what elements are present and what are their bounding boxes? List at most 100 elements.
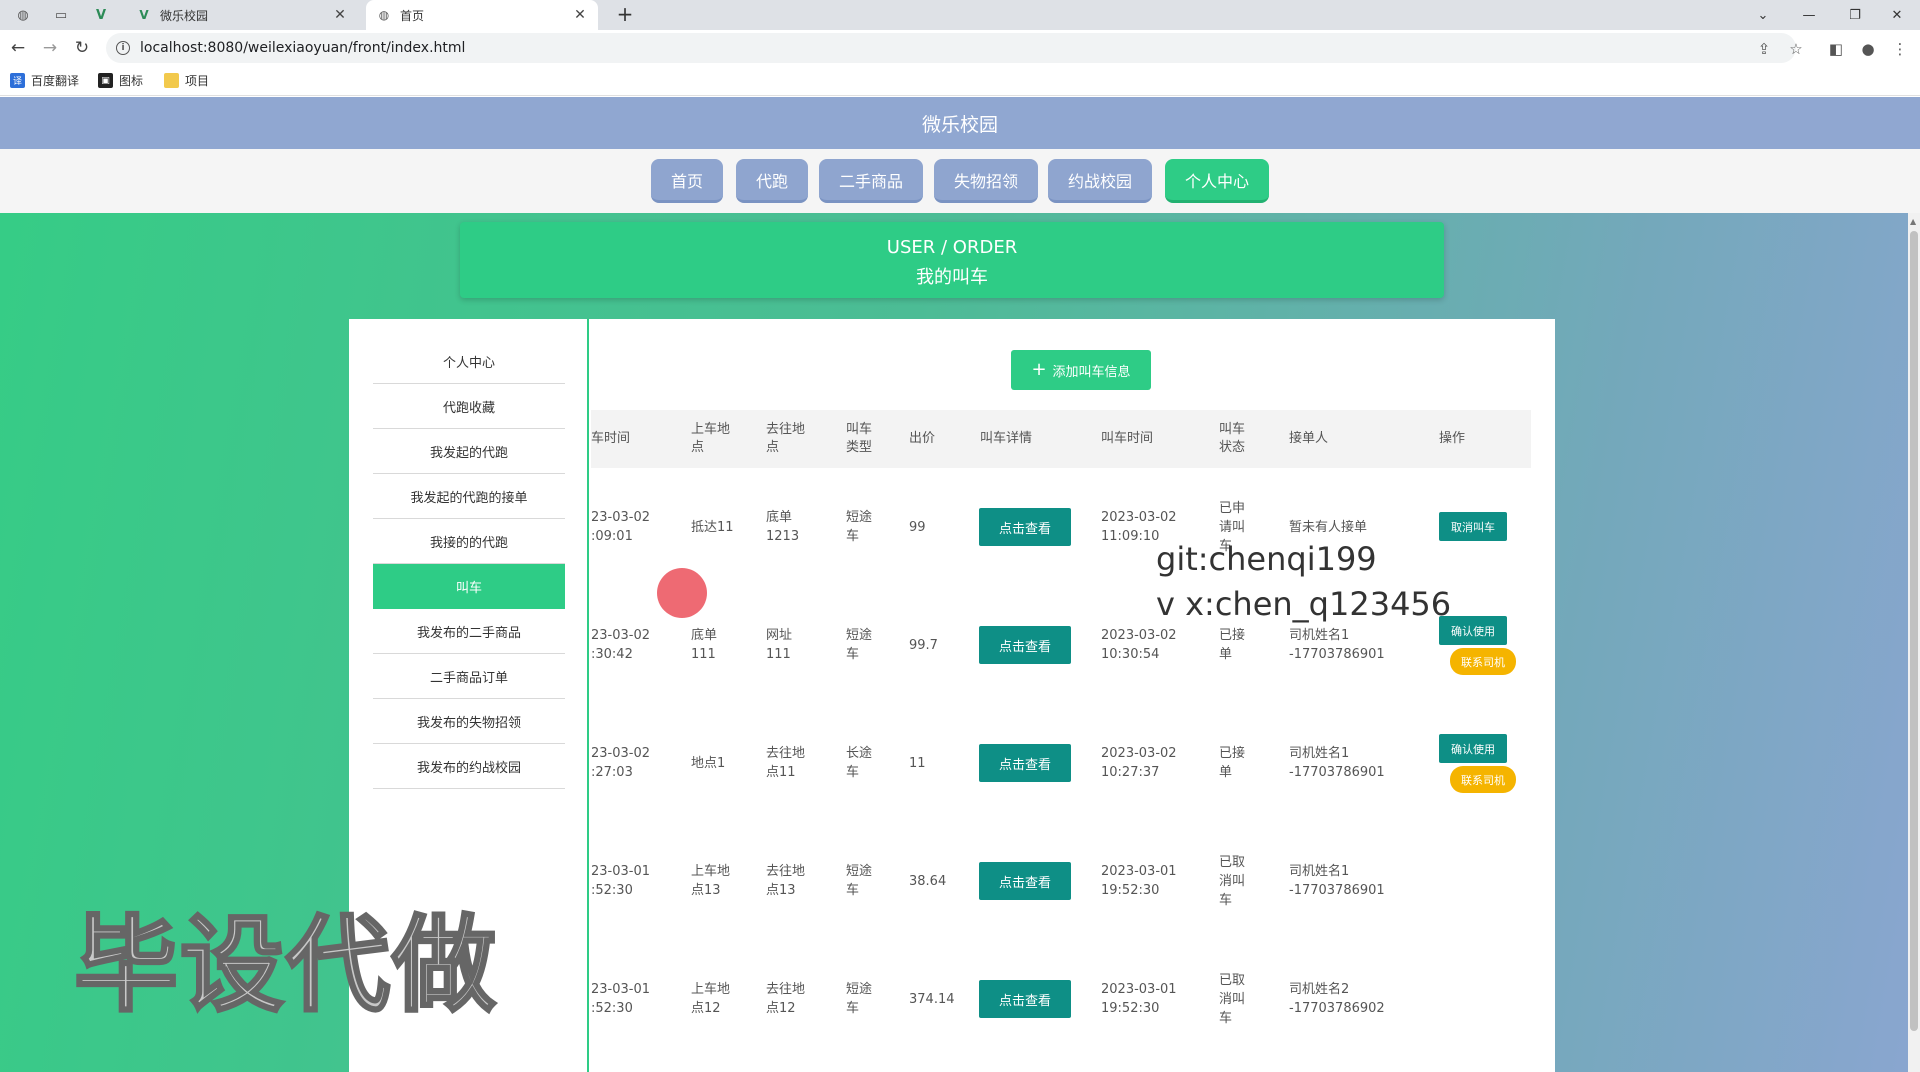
cursor-highlight [657, 568, 707, 618]
sidebar-item-my-errands[interactable]: 我发起的代跑 [373, 429, 565, 474]
bookmark-folder[interactable]: 项目 [164, 72, 209, 89]
col-time: 车时间 [591, 431, 631, 446]
bookmark-item[interactable]: 译 百度翻译 [10, 72, 79, 89]
view-detail-button[interactable]: 点击查看 [979, 508, 1071, 546]
back-icon[interactable]: ← [6, 36, 30, 60]
scrollbar-thumb[interactable] [1910, 231, 1918, 1031]
view-detail-button[interactable]: 点击查看 [979, 862, 1071, 900]
sidebar-item-my-errand-orders[interactable]: 我发起的代跑的接单 [373, 474, 565, 519]
address-bar[interactable]: i localhost:8080/weilexiaoyuan/front/ind… [106, 33, 1796, 63]
main-nav: 首页 代跑 二手商品 失物招领 约战校园 个人中心 [0, 149, 1920, 213]
ride-orders: + 添加叫车信息 车时间 上车地点 去往地点 叫车类型 出价 叫车详情 叫车时间… [591, 319, 1555, 1072]
sidebar-item-personal-center[interactable]: 个人中心 [373, 339, 565, 384]
nav-campus-battle[interactable]: 约战校园 [1048, 159, 1152, 203]
overlay-git-text: git:chenqi199 [1156, 540, 1377, 578]
view-detail-button[interactable]: 点击查看 [979, 980, 1071, 1018]
image-icon: ▣ [98, 73, 113, 88]
contact-driver-button[interactable]: 联系司机 [1450, 648, 1516, 675]
view-detail-button[interactable]: 点击查看 [979, 744, 1071, 782]
table-row: 23-03-01:52:30 上车地点12 去往地点12 短途车 374.14 … [591, 940, 1531, 1058]
forward-icon[interactable]: → [38, 36, 62, 60]
tab-title: 首页 [400, 8, 425, 23]
close-tab-icon[interactable]: ✕ [332, 7, 348, 23]
sidebar-item-my-campus-battle[interactable]: 我发布的约战校园 [373, 744, 565, 789]
col-detail: 叫车详情 [980, 431, 1033, 446]
contact-driver-button[interactable]: 联系司机 [1450, 766, 1516, 793]
restore-icon[interactable]: ❐ [1832, 0, 1878, 30]
browser-tab-strip: ◍ ▭ V V 微乐校园 ✕ ◍ 首页 ✕ + ⌄ — ❐ ✕ [0, 0, 1920, 30]
destination-cell: 去往地点12 [766, 982, 806, 1016]
cancel-ride-button[interactable]: 取消叫车 [1439, 512, 1507, 541]
chevron-down-icon[interactable]: ⌄ [1740, 0, 1786, 30]
sidebar-item-errand-favorites[interactable]: 代跑收藏 [373, 384, 565, 429]
site-title: 微乐校园 [921, 113, 998, 136]
nav-lost-found[interactable]: 失物招领 [934, 159, 1038, 203]
sidebar-item-ride[interactable]: 叫车 [373, 564, 565, 609]
type-cell: 长途车 [846, 746, 873, 780]
nav-secondhand[interactable]: 二手商品 [819, 159, 923, 203]
menu-icon[interactable]: ⋮ [1890, 39, 1910, 59]
table-row: 23-03-02:09:01 抵达11 底单1213 短途车 99 点击查看 2… [591, 468, 1531, 586]
sidebar-item-my-secondhand[interactable]: 我发布的二手商品 [373, 609, 565, 654]
driver-cell: 司机姓名2 [1289, 982, 1350, 997]
price-cell: 374.14 [909, 991, 955, 1007]
share-icon[interactable]: ⇪ [1754, 39, 1774, 59]
table-row: 23-03-01:52:30 上车地点13 去往地点13 短途车 38.64 点… [591, 822, 1531, 940]
globe-icon[interactable]: ◍ [8, 4, 38, 26]
close-tab-icon[interactable]: ✕ [572, 7, 588, 23]
destination-cell: 底单1213 [766, 510, 800, 544]
type-cell: 短途车 [846, 510, 873, 544]
profile-icon[interactable]: ● [1858, 39, 1878, 59]
driver-cell: 司机姓名1 [1289, 628, 1350, 643]
globe-icon: ◍ [378, 8, 390, 22]
sidebar-divider [587, 319, 589, 1072]
nav-home[interactable]: 首页 [651, 159, 723, 203]
bookmark-item[interactable]: ▣ 图标 [98, 72, 143, 89]
confirm-use-button[interactable]: 确认使用 [1439, 734, 1507, 763]
sidebar-item-my-lost-found[interactable]: 我发布的失物招领 [373, 699, 565, 744]
pickup-cell: 上车地点13 [691, 864, 731, 898]
add-ride-button[interactable]: + 添加叫车信息 [1011, 350, 1151, 390]
destination-cell: 去往地点11 [766, 746, 806, 780]
view-detail-button[interactable]: 点击查看 [979, 626, 1071, 664]
driver-cell: 暂未有人接单 [1289, 519, 1368, 535]
reload-icon[interactable]: ↻ [70, 36, 94, 60]
destination-cell: 网址111 [766, 628, 793, 662]
blank-tab-icon[interactable]: ▭ [46, 4, 76, 26]
sidebar-item-secondhand-orders[interactable]: 二手商品订单 [373, 654, 565, 699]
translate-icon: 译 [10, 73, 25, 88]
type-cell: 短途车 [846, 628, 873, 662]
browser-tab-2[interactable]: ◍ 首页 ✕ [366, 0, 598, 30]
scroll-up-icon[interactable]: ▲ [1910, 217, 1916, 226]
url-text: localhost:8080/weilexiaoyuan/front/index… [140, 40, 466, 56]
vue-logo-icon: V [139, 8, 149, 22]
pickup-cell: 抵达11 [691, 519, 734, 535]
star-icon[interactable]: ☆ [1786, 39, 1806, 59]
page-banner: USER / ORDER 我的叫车 [460, 222, 1444, 298]
new-tab-icon[interactable]: + [612, 2, 638, 26]
vue-tab-icon[interactable]: V [86, 4, 116, 26]
overlay-contact-text: v x:chen_q123456 [1156, 585, 1452, 623]
table-header: 车时间 上车地点 去往地点 叫车类型 出价 叫车详情 叫车时间 叫车状态 接单人… [591, 410, 1531, 468]
plus-icon: + [1031, 359, 1047, 380]
col-destination: 去往地点 [766, 422, 806, 455]
sidebar-item-accepted-errands[interactable]: 我接的的代跑 [373, 519, 565, 564]
sidebar: 个人中心 代跑收藏 我发起的代跑 我发起的代跑的接单 我接的的代跑 叫车 我发布… [373, 339, 565, 789]
site-header: 微乐校园 [0, 97, 1920, 149]
status-cell: 已接单 [1219, 746, 1246, 780]
info-icon[interactable]: i [116, 41, 130, 55]
nav-errand[interactable]: 代跑 [736, 159, 808, 203]
bookmarks-bar: 译 百度翻译 ▣ 图标 项目 [0, 66, 1920, 96]
browser-toolbar: ← → ↻ i localhost:8080/weilexiaoyuan/fro… [0, 30, 1920, 66]
minimize-icon[interactable]: — [1786, 0, 1832, 30]
browser-tab-1[interactable]: V 微乐校园 ✕ [126, 0, 358, 30]
col-action: 操作 [1439, 431, 1466, 446]
page-scrollbar[interactable]: ▲ [1908, 213, 1920, 1072]
side-panel-icon[interactable]: ◧ [1826, 39, 1846, 59]
col-pickup: 上车地点 [691, 422, 731, 455]
watermark: 毕设代做 [72, 903, 499, 1028]
destination-cell: 去往地点13 [766, 864, 806, 898]
nav-personal-center[interactable]: 个人中心 [1165, 159, 1269, 203]
close-window-icon[interactable]: ✕ [1874, 0, 1920, 30]
driver-cell: 司机姓名1 [1289, 864, 1350, 879]
